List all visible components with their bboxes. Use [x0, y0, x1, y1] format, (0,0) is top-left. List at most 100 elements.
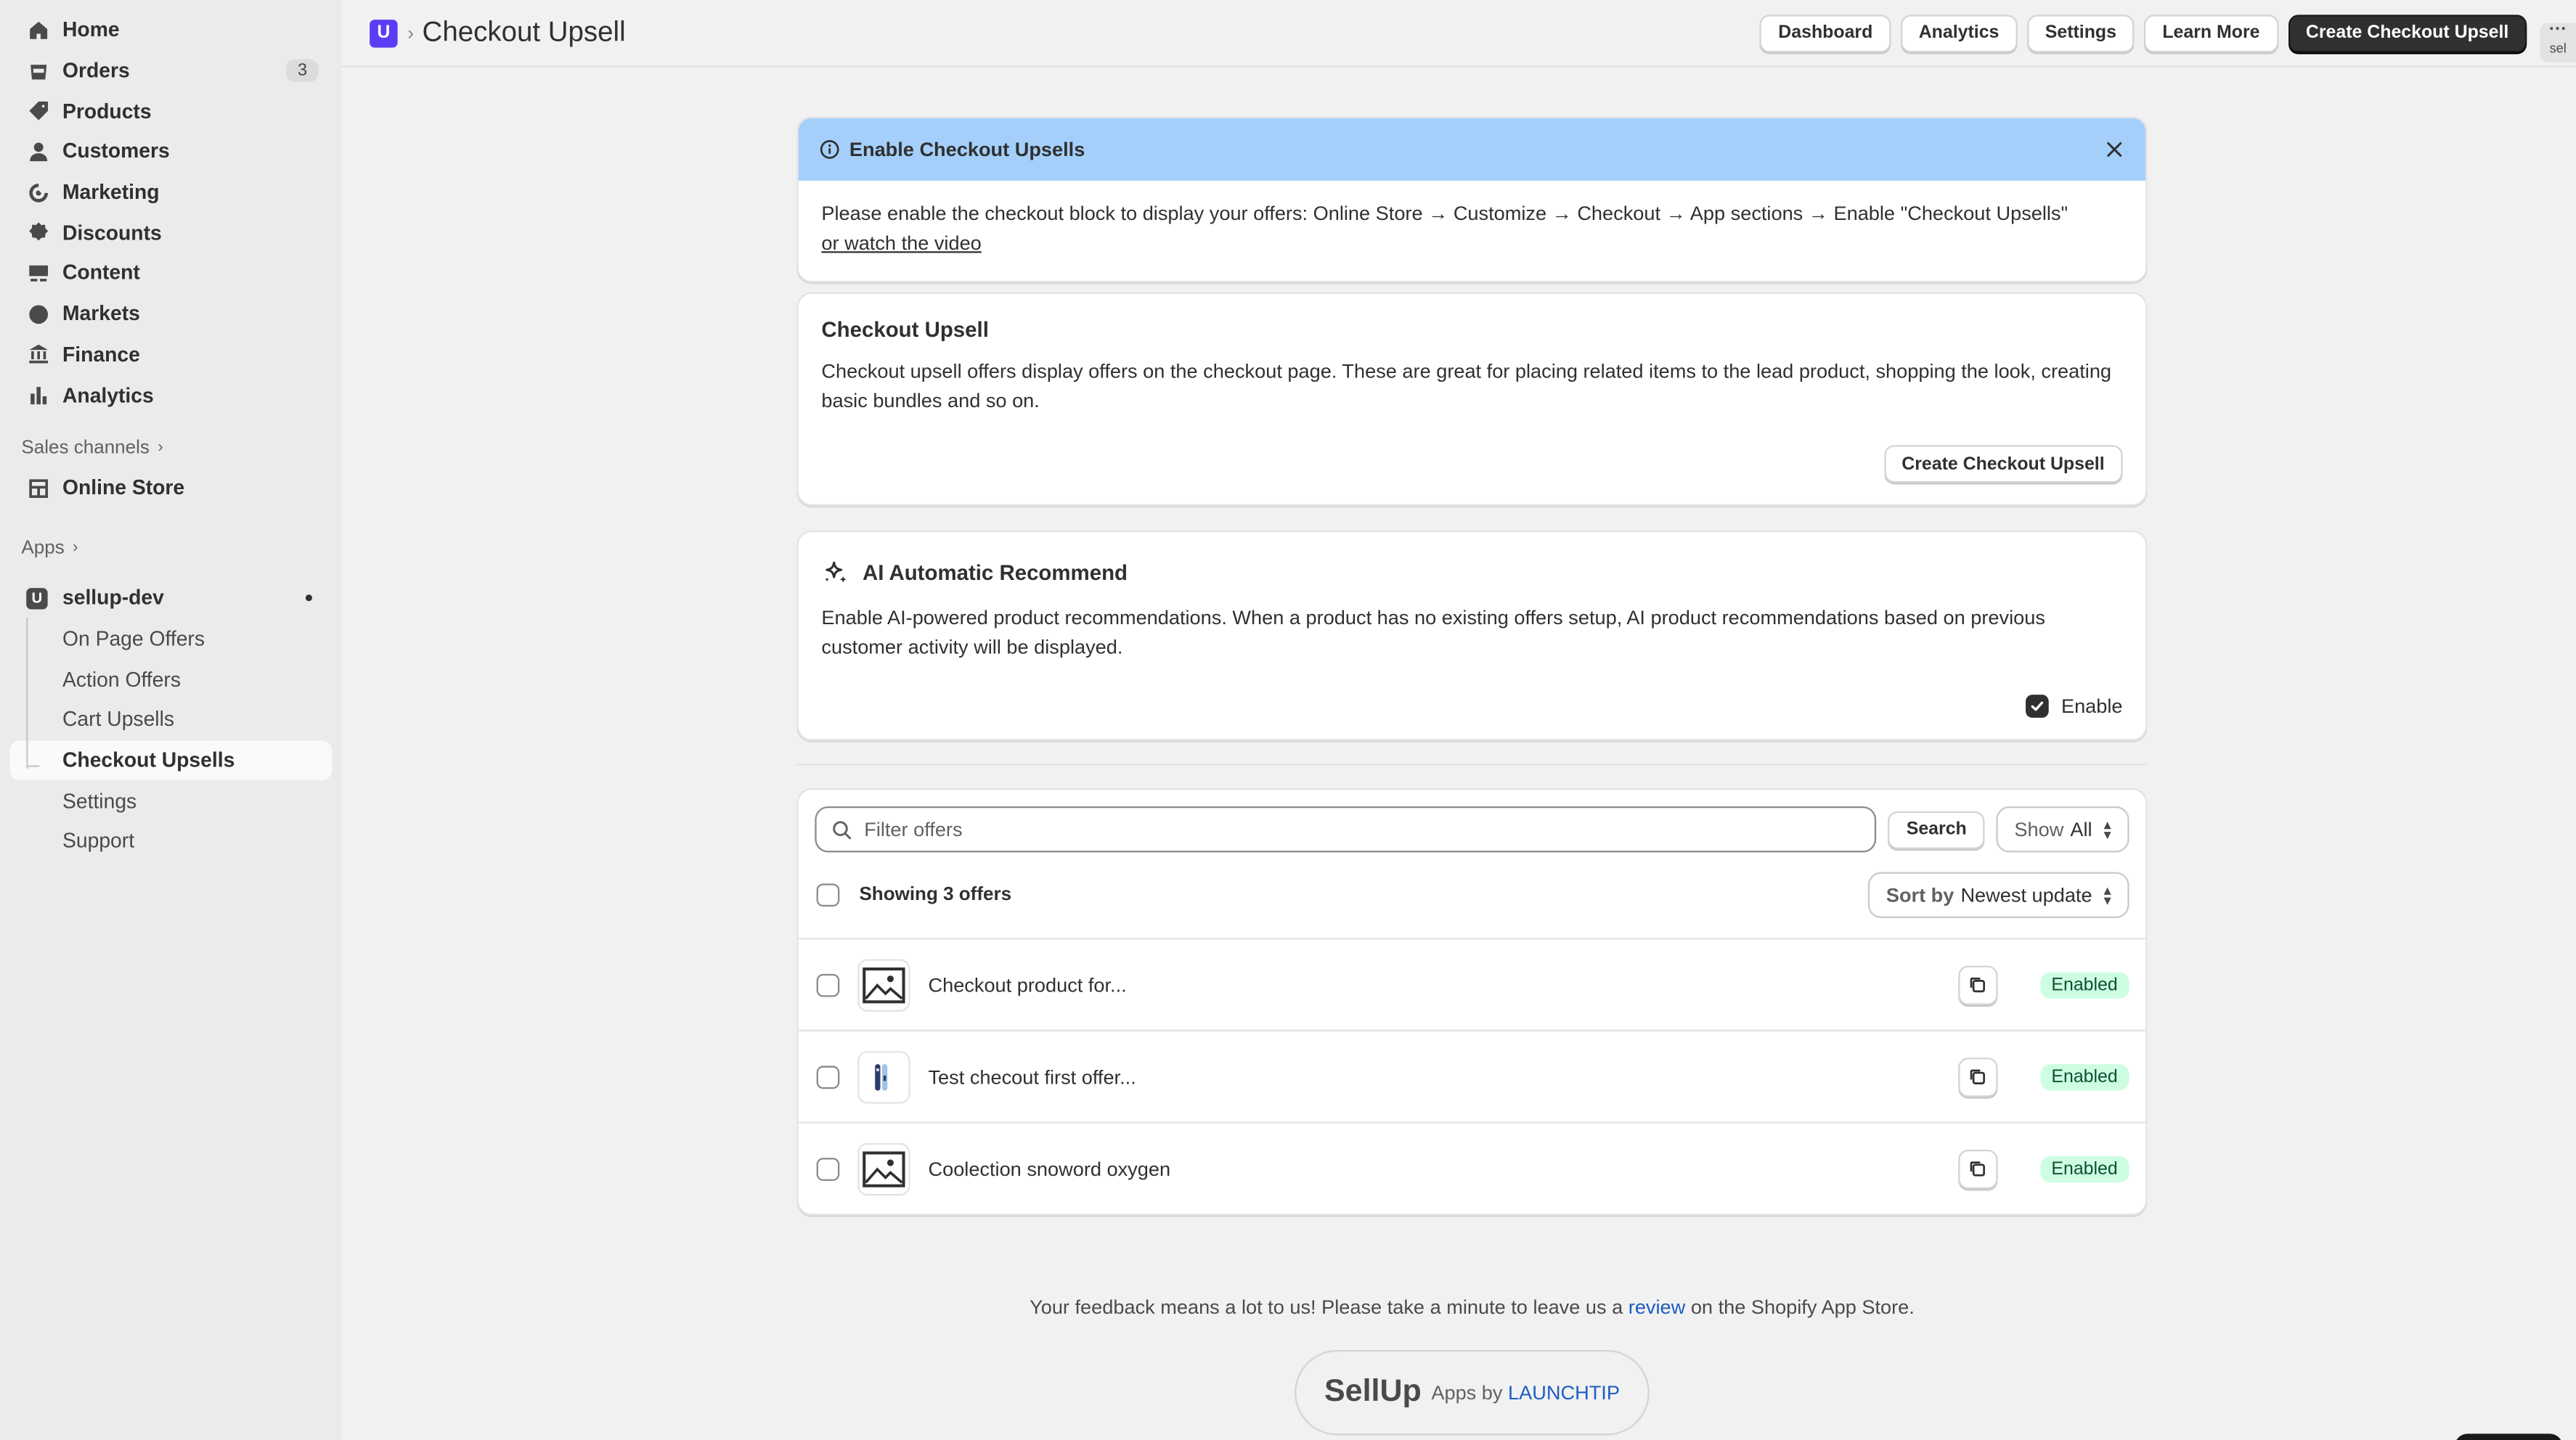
nav-online-store[interactable]: Online Store	[10, 468, 333, 509]
watch-video-link[interactable]: or watch the video	[821, 232, 981, 255]
chevron-right-icon: ›	[73, 539, 78, 557]
show-prefix: Show	[2014, 817, 2064, 841]
apps-label: Apps	[21, 538, 65, 558]
bar-chart-icon	[26, 383, 49, 406]
select-all-checkbox[interactable]	[816, 883, 840, 907]
header-actions: Dashboard Analytics Settings Learn More …	[1760, 14, 2527, 52]
search-field[interactable]	[815, 806, 1878, 853]
duplicate-button[interactable]	[1957, 1148, 1997, 1189]
store-icon	[26, 477, 49, 500]
nav-orders[interactable]: Orders 3	[10, 50, 333, 91]
offer-title[interactable]: Checkout product for...	[928, 973, 1126, 997]
settings-button[interactable]: Settings	[2026, 14, 2135, 52]
nav-products[interactable]: Products	[10, 91, 333, 131]
nav-finance[interactable]: Finance	[10, 334, 333, 375]
nav-label: Markets	[62, 302, 140, 326]
offer-row[interactable]: Checkout product for... Enabled	[798, 938, 2146, 1030]
row-checkbox[interactable]	[816, 1157, 840, 1180]
show-filter-select[interactable]: Show All ▴ ▾	[1996, 806, 2129, 853]
offer-title[interactable]: Test checout first offer...	[928, 1065, 1136, 1088]
subnav-support[interactable]: Support	[10, 821, 333, 862]
nav-content[interactable]: Content	[10, 253, 333, 294]
app-name: sellup-dev	[62, 586, 164, 610]
offer-row[interactable]: Coolection snoword oxygen Enabled	[798, 1121, 2146, 1214]
title-bar: U › Checkout Upsell Dashboard Analytics …	[341, 0, 2576, 68]
status-badge: Enabled	[2039, 1063, 2129, 1090]
app-pin-dot	[305, 594, 312, 602]
image-placeholder-icon	[857, 958, 910, 1011]
learn-more-button[interactable]: Learn More	[2144, 14, 2278, 52]
apps-heading[interactable]: Apps ›	[10, 528, 333, 568]
analytics-button[interactable]: Analytics	[1900, 14, 2018, 52]
offer-title[interactable]: Coolection snoword oxygen	[928, 1157, 1170, 1180]
create-checkout-upsell-card-button[interactable]: Create Checkout Upsell	[1883, 445, 2123, 483]
more-actions-button[interactable]: ··· sel	[2540, 20, 2576, 62]
home-icon	[26, 19, 49, 42]
content-icon	[26, 262, 49, 285]
more-label: sel	[2549, 41, 2567, 56]
chat-widget-tab[interactable]	[2454, 1433, 2563, 1440]
nav-customers[interactable]: Customers	[10, 131, 333, 172]
discount-icon	[26, 221, 49, 245]
section-divider	[796, 764, 2148, 766]
dashboard-button[interactable]: Dashboard	[1760, 14, 1891, 52]
close-icon[interactable]	[2105, 139, 2124, 159]
subnav-cart-upsells[interactable]: Cart Upsells	[10, 700, 333, 740]
nav-home[interactable]: Home	[10, 10, 333, 51]
sort-prefix: Sort by	[1886, 883, 1955, 907]
nav-label: Online Store	[62, 476, 185, 500]
app-logo-icon: U	[370, 19, 398, 47]
nav-marketing[interactable]: Marketing	[10, 172, 333, 213]
more-dots-icon: ···	[2548, 20, 2567, 40]
feedback-text: Your feedback means a lot to us! Please …	[796, 1296, 2147, 1319]
chevron-right-icon: ›	[158, 439, 163, 457]
search-icon	[833, 820, 852, 839]
create-checkout-upsell-button[interactable]: Create Checkout Upsell	[2287, 14, 2527, 52]
sales-channels-heading[interactable]: Sales channels ›	[10, 428, 333, 467]
enable-checkbox[interactable]	[2025, 695, 2048, 718]
checkmark-icon	[2030, 701, 2043, 711]
review-link[interactable]: review	[1629, 1296, 1685, 1319]
brand-pill[interactable]: SellUp Apps by LAUNCHTIP	[1295, 1350, 1650, 1436]
duplicate-button[interactable]	[1957, 1057, 1997, 1097]
nav-label: Discounts	[62, 221, 162, 245]
enable-banner: Enable Checkout Upsells Please enable th…	[796, 116, 2148, 283]
subnav-on-page-offers[interactable]: On Page Offers	[10, 618, 333, 659]
ai-recommend-card: AI Automatic Recommend Enable AI-powered…	[796, 530, 2148, 741]
sort-select[interactable]: Sort by Newest update ▴ ▾	[1867, 872, 2129, 918]
ai-enable-toggle[interactable]: Enable	[2025, 695, 2123, 718]
search-button[interactable]: Search	[1888, 810, 1985, 848]
nav-label: Home	[62, 18, 120, 42]
row-checkbox[interactable]	[816, 973, 840, 997]
nav-analytics[interactable]: Analytics	[10, 375, 333, 415]
nav-markets[interactable]: Markets	[10, 294, 333, 335]
checkout-upsell-card: Checkout Upsell Checkout upsell offers d…	[796, 292, 2148, 506]
tag-icon	[26, 99, 49, 123]
sidebar: Home Orders 3 Products Customers Marketi…	[0, 0, 342, 1440]
row-checkbox[interactable]	[816, 1065, 840, 1089]
enable-label: Enable	[2061, 695, 2123, 718]
filter-offers-input[interactable]	[864, 817, 1861, 841]
orders-icon	[26, 60, 49, 83]
status-badge: Enabled	[2039, 1155, 2129, 1182]
launchtip-link[interactable]: LAUNCHTIP	[1508, 1381, 1620, 1404]
app-sellup-dev[interactable]: U sellup-dev	[10, 578, 333, 619]
offer-row[interactable]: Test checout first offer... Enabled	[798, 1029, 2146, 1122]
nav-discounts[interactable]: Discounts	[10, 213, 333, 253]
tree-connector-elbow	[26, 765, 40, 767]
globe-icon	[26, 303, 49, 326]
subnav-checkout-upsells[interactable]: Checkout Upsells	[9, 740, 333, 781]
sellup-app-icon: U	[26, 587, 48, 609]
duplicate-button[interactable]	[1957, 965, 1997, 1005]
sales-channels-label: Sales channels	[21, 438, 150, 459]
filter-bar: Search Show All ▴▾	[799, 790, 2145, 853]
subnav-action-offers[interactable]: Action Offers	[10, 659, 333, 700]
person-icon	[26, 140, 49, 163]
show-value: All	[2070, 817, 2092, 841]
sellup-logo: SellUp	[1324, 1374, 1422, 1410]
subnav-settings[interactable]: Settings	[10, 781, 333, 822]
status-badge: Enabled	[2039, 971, 2129, 998]
feedback-after: on the Shopify App Store.	[1685, 1296, 1915, 1320]
offers-list-card: Search Show All ▴▾ Showing 3 offers Sort…	[796, 788, 2148, 1216]
sparkle-icon	[825, 561, 847, 584]
